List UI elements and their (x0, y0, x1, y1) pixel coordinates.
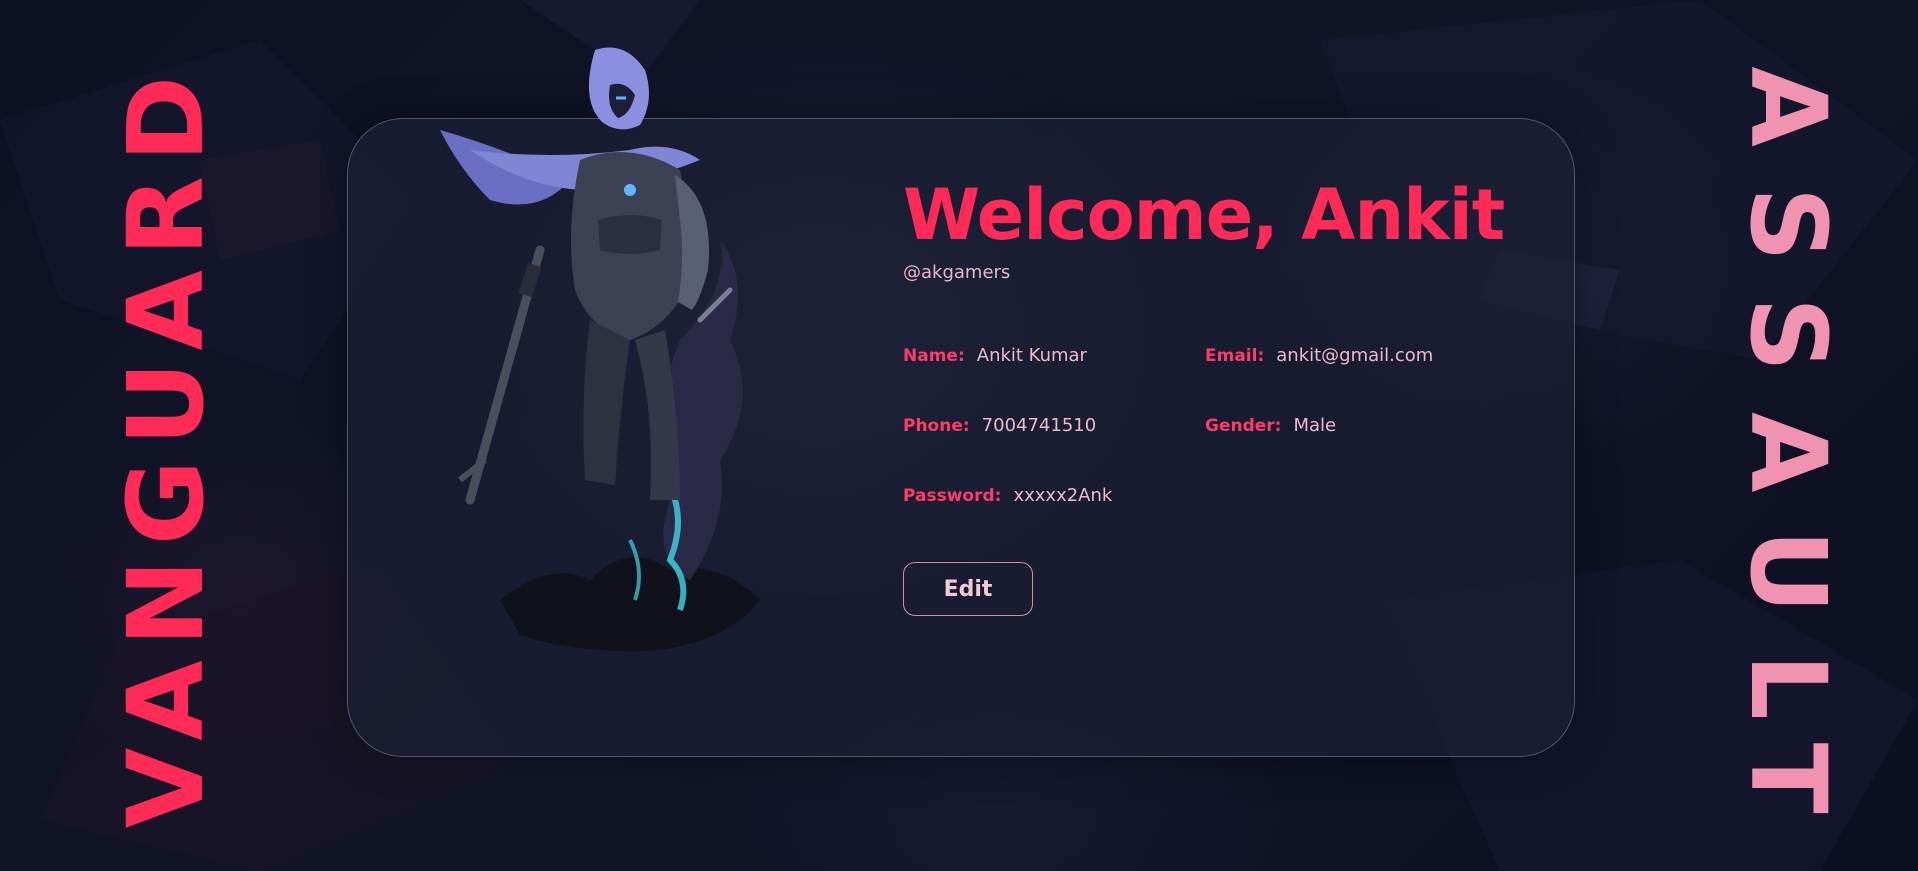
field-value: 7004741510 (981, 415, 1097, 436)
field-label: Phone: (903, 416, 970, 436)
field-value: ankit@gmail.com (1276, 345, 1434, 366)
field-password: Password: xxxxx2Ank (903, 485, 1112, 506)
field-value: xxxxx2Ank (1013, 485, 1113, 506)
side-title-left: VANGUARD (105, 61, 227, 829)
field-phone: Phone: 7004741510 (903, 415, 1096, 436)
welcome-heading: Welcome, Ankit (903, 174, 1505, 256)
field-label: Password: (903, 486, 1002, 506)
field-email: Email: ankit@gmail.com (1205, 345, 1433, 366)
field-value: Ankit Kumar (976, 345, 1087, 366)
field-name: Name: Ankit Kumar (903, 345, 1087, 366)
username-handle: @akgamers (903, 262, 1011, 283)
hooded-agent-illustration (440, 47, 760, 651)
field-gender: Gender: Male (1205, 415, 1336, 436)
field-label: Email: (1205, 346, 1265, 366)
field-label: Gender: (1205, 416, 1282, 436)
field-label: Name: (903, 346, 965, 366)
edit-button[interactable]: Edit (903, 562, 1033, 616)
field-value: Male (1293, 415, 1337, 436)
side-title-right: ASSAULT (1727, 66, 1849, 854)
profile-info: Welcome, Ankit @akgamers (903, 180, 1543, 283)
